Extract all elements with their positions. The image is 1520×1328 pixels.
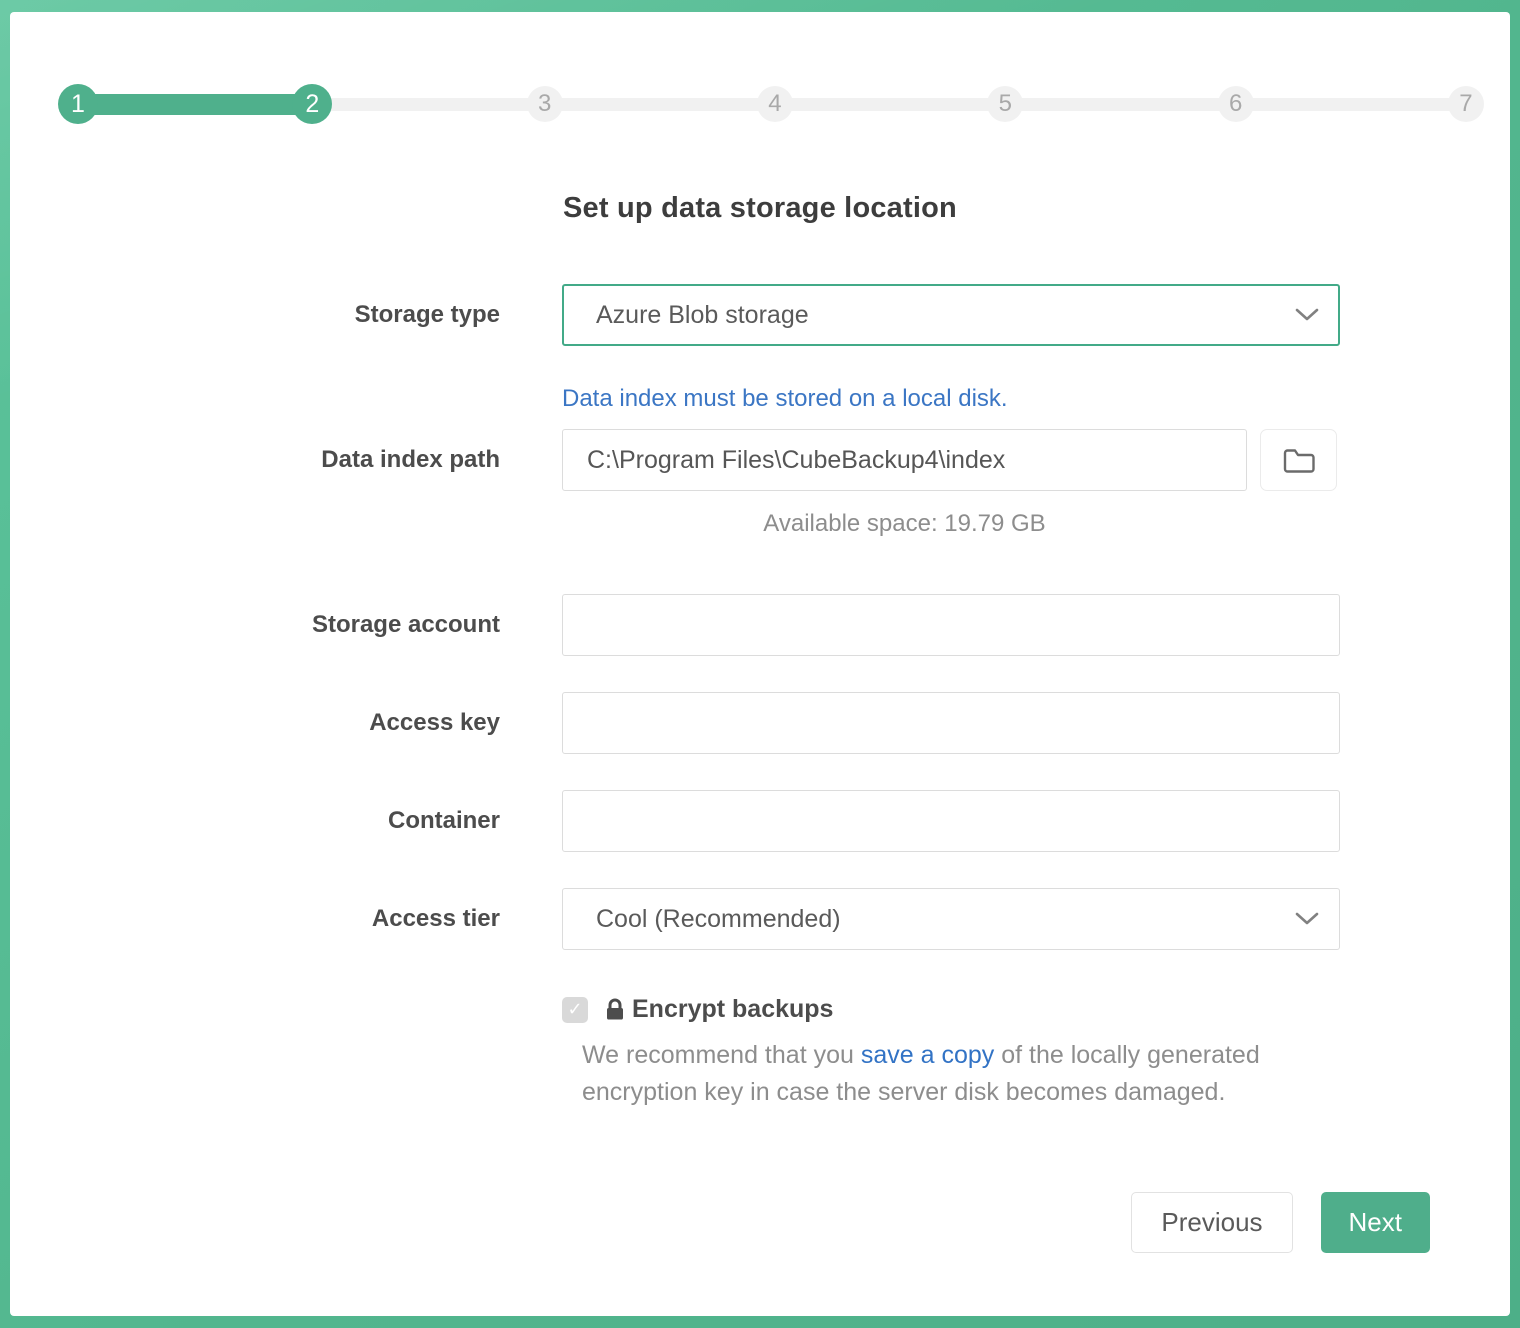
setup-wizard-card: 1 2 3 4 5 6 7 Set up data storage locati… <box>10 12 1510 1316</box>
storage-account-label: Storage account <box>10 611 500 639</box>
next-button[interactable]: Next <box>1321 1192 1430 1253</box>
wizard-buttons: Previous Next <box>10 1192 1430 1253</box>
storage-type-select[interactable]: Azure Blob storage <box>562 284 1340 346</box>
previous-button[interactable]: Previous <box>1131 1192 1292 1253</box>
storage-account-row: Storage account <box>10 594 1510 656</box>
step-1-number: 1 <box>71 90 85 119</box>
chevron-down-icon <box>1295 912 1319 926</box>
browse-folder-button[interactable] <box>1260 429 1337 491</box>
stepper-bar-6-7 <box>1239 98 1463 111</box>
storage-type-row: Storage type Azure Blob storage <box>10 284 1510 346</box>
step-7-number: 7 <box>1459 90 1472 118</box>
access-tier-select[interactable]: Cool (Recommended) <box>562 888 1340 950</box>
available-space-text: Available space: 19.79 GB <box>562 510 1247 538</box>
step-6-number: 6 <box>1229 90 1242 118</box>
storage-form: Storage type Azure Blob storage Data ind… <box>10 284 1510 1253</box>
step-5: 5 <box>987 86 1023 122</box>
stepper-bar-1-2 <box>83 94 307 115</box>
storage-account-input[interactable] <box>562 594 1340 656</box>
stepper-bar-4-5 <box>778 98 1002 111</box>
step-7: 7 <box>1448 86 1484 122</box>
storage-type-label: Storage type <box>10 301 500 329</box>
access-tier-value: Cool (Recommended) <box>596 905 841 934</box>
access-key-row: Access key <box>10 692 1510 754</box>
save-a-copy-link[interactable]: save a copy <box>861 1041 994 1069</box>
lock-icon <box>606 998 624 1021</box>
stepper-bar-5-6 <box>1008 98 1232 111</box>
encrypt-backups-label: Encrypt backups <box>632 995 833 1024</box>
wizard-stepper: 1 2 3 4 5 6 7 <box>58 84 1484 124</box>
access-tier-row: Access tier Cool (Recommended) <box>10 888 1510 950</box>
data-index-path-input[interactable] <box>562 429 1247 491</box>
container-row: Container <box>10 790 1510 852</box>
data-index-path-label: Data index path <box>10 446 500 474</box>
page-title: Set up data storage location <box>10 192 1510 225</box>
container-label: Container <box>10 807 500 835</box>
data-index-path-row: Data index path <box>10 429 1510 491</box>
folder-icon <box>1282 446 1316 475</box>
stepper-bar-3-4 <box>548 98 772 111</box>
step-5-number: 5 <box>999 90 1012 118</box>
encrypt-backups-checkbox[interactable]: ✓ <box>562 997 588 1023</box>
step-3: 3 <box>527 86 563 122</box>
access-key-label: Access key <box>10 709 500 737</box>
encrypt-note: We recommend that you save a copy of the… <box>582 1037 1332 1111</box>
step-4: 4 <box>757 86 793 122</box>
encrypt-section: ✓ Encrypt backups We recommend that you … <box>562 995 1340 1111</box>
step-2-number: 2 <box>305 90 319 119</box>
storage-type-value: Azure Blob storage <box>596 301 809 330</box>
container-input[interactable] <box>562 790 1340 852</box>
checkmark-icon: ✓ <box>567 999 582 1020</box>
access-tier-label: Access tier <box>10 905 500 933</box>
chevron-down-icon <box>1295 308 1319 322</box>
access-key-input[interactable] <box>562 692 1340 754</box>
step-6: 6 <box>1218 86 1254 122</box>
step-1: 1 <box>58 84 98 124</box>
step-4-number: 4 <box>768 90 781 118</box>
step-2: 2 <box>292 84 332 124</box>
encrypt-note-prefix: We recommend that you <box>582 1041 861 1069</box>
step-3-number: 3 <box>538 90 551 118</box>
index-note: Data index must be stored on a local dis… <box>562 385 1510 413</box>
stepper-bar-2-3 <box>317 98 541 111</box>
